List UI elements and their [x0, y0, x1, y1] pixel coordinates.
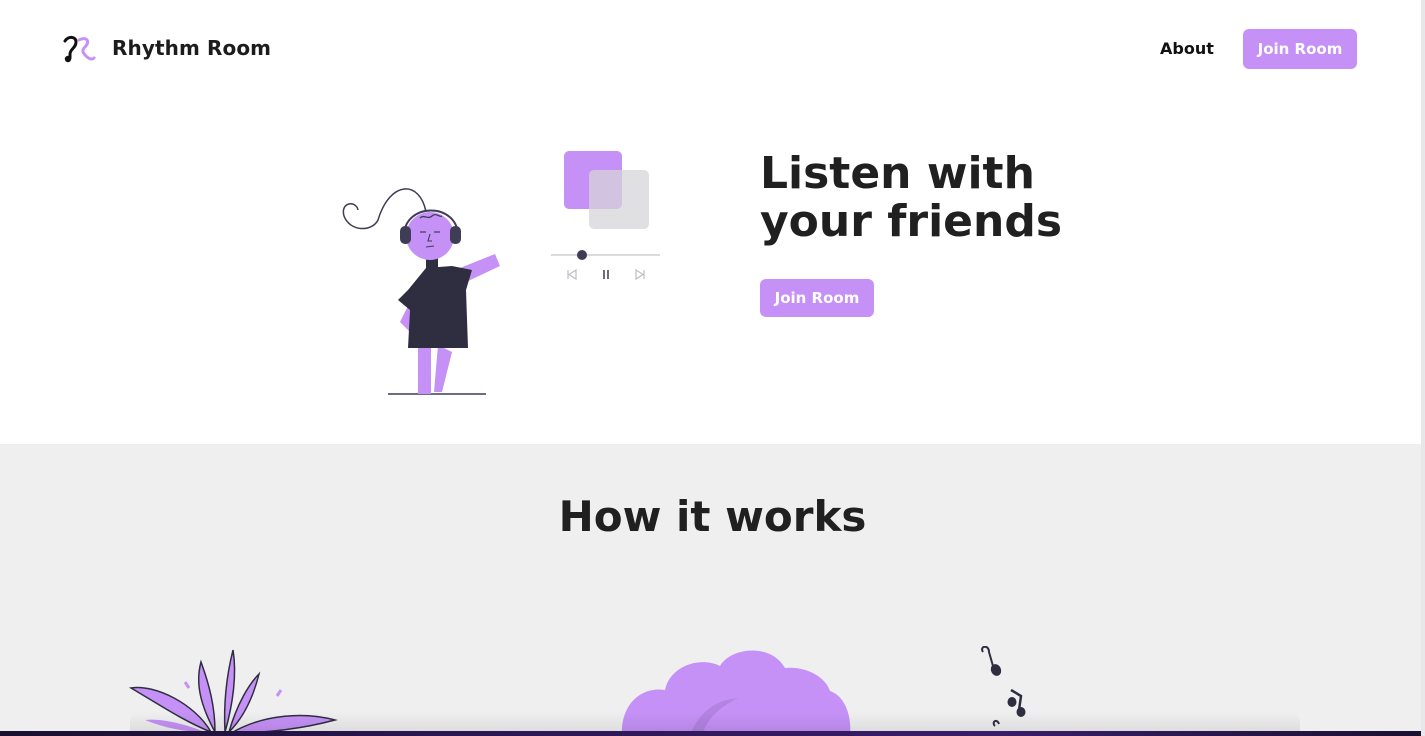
rhythm-room-logo-icon[interactable] [60, 32, 96, 66]
hero-title: Listen with your friends [760, 150, 1080, 246]
nav-join-room-button[interactable]: Join Room [1243, 29, 1357, 69]
person-with-headphones-illustration [342, 151, 660, 395]
skip-forward-icon[interactable] [635, 268, 645, 281]
hero-title-line-1: Listen with [760, 148, 1035, 199]
hero-join-room-button[interactable]: Join Room [760, 279, 874, 317]
nav-about-link[interactable]: About [1160, 39, 1214, 58]
skip-back-icon[interactable] [567, 268, 577, 281]
top-nav: Rhythm Room About Join Room [0, 0, 1425, 97]
scrollbar-track[interactable] [1421, 0, 1425, 736]
page: Rhythm Room About Join Room Listen with … [0, 0, 1425, 736]
card-shadow [130, 712, 1300, 732]
how-it-works-title: How it works [558, 492, 867, 541]
brand-name[interactable]: Rhythm Room [112, 36, 271, 60]
bottom-window-edge [0, 731, 1425, 736]
pause-icon[interactable] [603, 270, 609, 279]
hero-title-line-2: your friends [760, 196, 1063, 247]
how-it-works-section: How it works [0, 444, 1425, 736]
